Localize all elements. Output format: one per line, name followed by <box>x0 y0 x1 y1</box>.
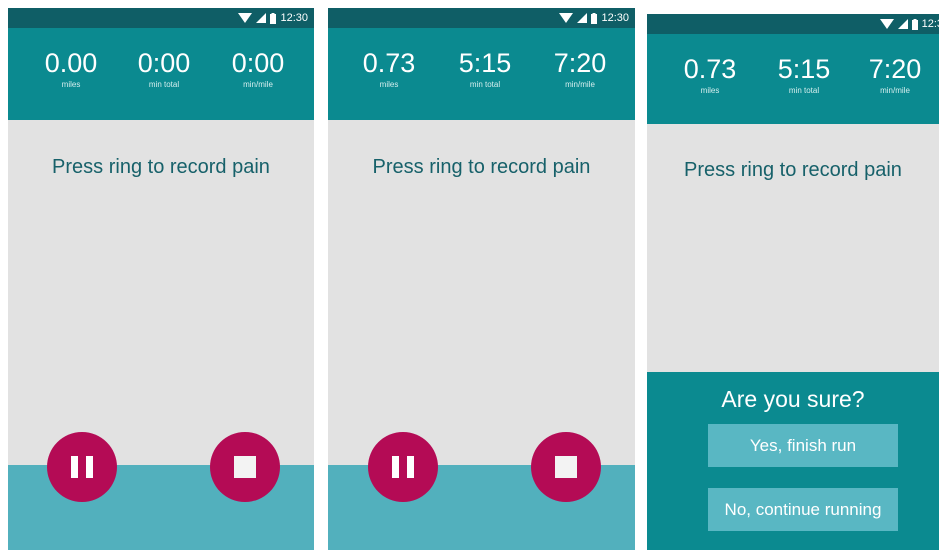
status-time: 12:3 <box>921 18 939 30</box>
wifi-icon <box>879 19 894 29</box>
pause-button[interactable] <box>47 432 117 502</box>
battery-icon <box>270 12 277 24</box>
pause-button[interactable] <box>368 432 438 502</box>
stat-miles: 0.73 miles <box>344 48 434 89</box>
phone-screen-3: 12:3 0.73 miles 5:15 min total 7:20 min/… <box>647 14 939 550</box>
stat-miles-value: 0.00 <box>44 48 98 78</box>
stop-button[interactable] <box>210 432 280 502</box>
phone-screen-2: 12:30 0.73 miles 5:15 min total 7:20 min… <box>328 8 635 550</box>
stat-miles-value: 0.73 <box>683 54 737 84</box>
status-time: 12:30 <box>601 12 629 24</box>
stat-min-total: 5:15 min total <box>440 48 530 89</box>
stat-pace-value: 7:20 <box>553 48 607 78</box>
stat-miles: 0.73 miles <box>665 54 755 95</box>
status-bar: 12:30 <box>328 8 635 28</box>
stat-pace-value: 7:20 <box>868 54 922 84</box>
stat-pace: 0:00 min/mile <box>213 48 303 89</box>
confirm-dialog: Are you sure? Yes, finish run No, contin… <box>647 372 939 550</box>
stat-pace: 7:20 min/mile <box>535 48 625 89</box>
signal-icon <box>897 19 908 29</box>
stat-pace: 7:20 min/mile <box>850 54 939 95</box>
record-pain-prompt[interactable]: Press ring to record pain <box>328 156 635 179</box>
stats-header: 0.73 miles 5:15 min total 7:20 min/mile <box>647 34 939 124</box>
stat-min-total-label: min total <box>148 80 180 89</box>
stats-header: 0.00 miles 0:00 min total 0:00 min/mile <box>8 28 314 120</box>
battery-icon <box>591 12 598 24</box>
stop-button[interactable] <box>531 432 601 502</box>
record-pain-prompt[interactable]: Press ring to record pain <box>647 159 939 182</box>
stat-pace-label: min/mile <box>880 86 910 95</box>
finish-run-button[interactable]: Yes, finish run <box>708 424 898 467</box>
stat-min-total-value: 5:15 <box>777 54 831 84</box>
stat-min-total-label: min total <box>788 86 820 95</box>
battery-icon <box>911 18 918 30</box>
stop-icon <box>555 456 577 478</box>
stats-header: 0.73 miles 5:15 min total 7:20 min/mile <box>328 28 635 120</box>
status-bar: 12:30 <box>8 8 314 28</box>
status-time: 12:30 <box>280 12 308 24</box>
signal-icon <box>256 13 267 23</box>
pause-icon <box>392 456 414 478</box>
stat-miles-label: miles <box>61 80 81 89</box>
stat-pace-value: 0:00 <box>231 48 285 78</box>
stat-pace-label: min/mile <box>243 80 273 89</box>
wifi-icon <box>559 13 574 23</box>
status-bar: 12:3 <box>647 14 939 34</box>
stat-min-total: 0:00 min total <box>119 48 209 89</box>
stat-miles-value: 0.73 <box>362 48 416 78</box>
stat-min-total: 5:15 min total <box>759 54 849 95</box>
pause-icon <box>71 456 93 478</box>
stat-miles-label: miles <box>379 80 399 89</box>
stat-min-total-value: 0:00 <box>137 48 191 78</box>
continue-running-button[interactable]: No, continue running <box>708 488 898 531</box>
wifi-icon <box>238 13 253 23</box>
stat-miles-label: miles <box>700 86 720 95</box>
signal-icon <box>577 13 588 23</box>
phone-screen-1: 12:30 0.00 miles 0:00 min total 0:00 min… <box>8 8 314 550</box>
confirm-title: Are you sure? <box>721 386 865 412</box>
stat-min-total-label: min total <box>469 80 501 89</box>
stop-icon <box>234 456 256 478</box>
stat-pace-label: min/mile <box>565 80 595 89</box>
stat-min-total-value: 5:15 <box>458 48 512 78</box>
stat-miles: 0.00 miles <box>26 48 116 89</box>
record-pain-prompt[interactable]: Press ring to record pain <box>8 156 314 179</box>
